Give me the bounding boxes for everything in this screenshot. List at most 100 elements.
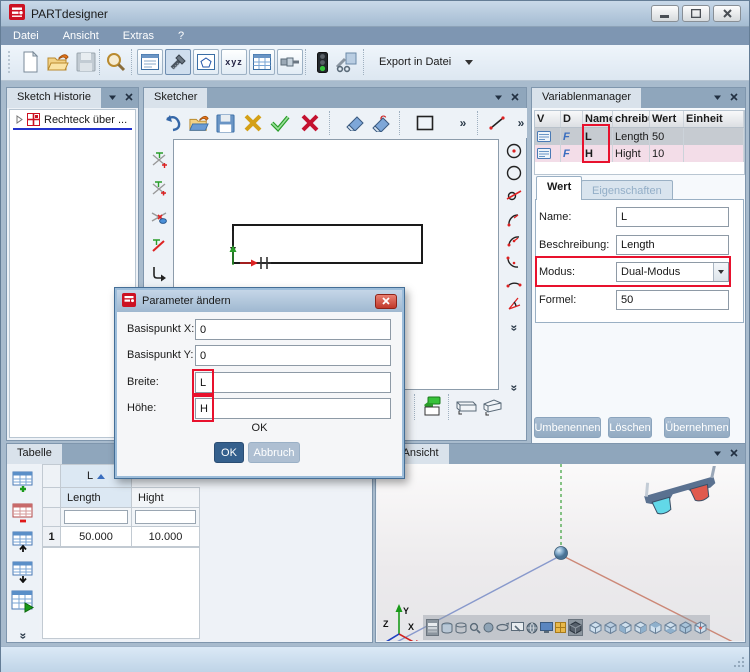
traffic-light-button[interactable] bbox=[309, 49, 335, 75]
menu-help[interactable]: ? bbox=[166, 27, 196, 45]
sketch-view-button[interactable] bbox=[193, 49, 219, 75]
menu-extras[interactable]: Extras bbox=[111, 27, 166, 45]
column-header-hight[interactable]: Hight bbox=[131, 487, 200, 508]
open-sketch-button[interactable] bbox=[187, 111, 211, 135]
delete-row-button[interactable] bbox=[11, 502, 35, 526]
discard-button[interactable] bbox=[241, 111, 265, 135]
panel-close-icon[interactable] bbox=[730, 92, 738, 104]
save-button[interactable] bbox=[73, 49, 99, 75]
expand-arrow-icon[interactable] bbox=[16, 115, 23, 124]
view-bottom-icon[interactable] bbox=[664, 619, 677, 636]
view-iso-icon[interactable] bbox=[679, 619, 692, 636]
menu-ansicht[interactable]: Ansicht bbox=[51, 27, 111, 45]
panel-close-icon[interactable] bbox=[511, 92, 519, 104]
rectangle-tool-button[interactable] bbox=[413, 111, 437, 135]
accept-button[interactable] bbox=[268, 111, 292, 135]
circle-center-tool-button[interactable] bbox=[502, 139, 526, 163]
part-view-button[interactable] bbox=[165, 49, 191, 75]
basispunkt-y-field[interactable] bbox=[195, 345, 391, 366]
basispunkt-x-field[interactable] bbox=[195, 319, 391, 340]
apply-table-button[interactable] bbox=[11, 590, 35, 614]
arc-angle-tool-button[interactable] bbox=[502, 292, 526, 316]
name-field[interactable] bbox=[616, 207, 729, 227]
view-perspective-icon[interactable] bbox=[694, 619, 707, 636]
panel-menu-icon[interactable] bbox=[713, 92, 722, 104]
maximize-button[interactable] bbox=[682, 5, 710, 22]
view-front-icon[interactable] bbox=[589, 619, 602, 636]
trim-tool-button[interactable] bbox=[147, 148, 171, 172]
line-tool-button[interactable] bbox=[485, 111, 509, 135]
menu-datei[interactable]: Datei bbox=[1, 27, 51, 45]
zoom-3d-icon[interactable] bbox=[469, 619, 481, 636]
panel-menu-icon[interactable] bbox=[108, 92, 117, 104]
texture-icon[interactable] bbox=[555, 619, 566, 636]
resize-grip[interactable] bbox=[733, 656, 745, 668]
move-row-up-button[interactable] bbox=[11, 530, 35, 554]
dropdown-arrow-icon[interactable] bbox=[713, 263, 728, 281]
ok-button[interactable]: OK bbox=[214, 442, 244, 463]
more-tools-icon[interactable]: » bbox=[502, 376, 526, 400]
rename-button[interactable]: Umbenennen bbox=[534, 417, 601, 438]
view-left-icon[interactable] bbox=[619, 619, 632, 636]
panel-menu-icon[interactable] bbox=[713, 448, 722, 460]
split-tool-button[interactable] bbox=[147, 205, 171, 229]
assembly-button[interactable] bbox=[333, 49, 359, 75]
extrude-button[interactable] bbox=[420, 394, 444, 418]
tangent-line-tool-button[interactable] bbox=[147, 233, 171, 257]
panel-close-icon[interactable] bbox=[730, 448, 738, 460]
erase-constraint-button[interactable]: C bbox=[369, 111, 393, 135]
extrusion-preview-button[interactable] bbox=[454, 394, 478, 418]
more-table-tools-icon[interactable]: » bbox=[11, 624, 35, 648]
cancel-button[interactable]: Abbruch bbox=[248, 442, 300, 463]
delete-button[interactable] bbox=[298, 111, 322, 135]
sphere-icon[interactable] bbox=[483, 619, 494, 636]
rotation-preview-button[interactable] bbox=[480, 394, 504, 418]
column-header-length[interactable]: Length bbox=[60, 487, 132, 508]
modus-dropdown[interactable]: Dual-Modus bbox=[616, 262, 729, 282]
panel-menu-icon[interactable] bbox=[494, 92, 503, 104]
move-row-down-button[interactable] bbox=[11, 560, 35, 584]
zoom-button[interactable] bbox=[103, 49, 129, 75]
overflow-icon[interactable]: » bbox=[509, 111, 533, 135]
viewport-3d[interactable]: Y X Z bbox=[377, 464, 744, 641]
minimize-button[interactable] bbox=[651, 5, 679, 22]
breite-field[interactable] bbox=[195, 372, 391, 393]
cube-view-icon[interactable] bbox=[568, 619, 583, 636]
variable-row-L[interactable]: F L Length 50 bbox=[535, 128, 744, 145]
tab-wert[interactable]: Wert bbox=[536, 176, 583, 200]
formel-field[interactable] bbox=[616, 290, 729, 310]
new-file-button[interactable] bbox=[17, 49, 43, 75]
close-button[interactable] bbox=[713, 5, 741, 22]
overflow-icon[interactable]: » bbox=[451, 111, 475, 135]
dialog-close-button[interactable] bbox=[375, 293, 397, 309]
beschreibung-field[interactable] bbox=[616, 235, 729, 255]
monitor-icon[interactable] bbox=[540, 619, 553, 636]
hoehe-field[interactable] bbox=[195, 398, 391, 419]
erase-button[interactable] bbox=[343, 111, 367, 135]
delete-variable-button[interactable]: Löschen bbox=[608, 417, 652, 438]
row-number[interactable]: 1 bbox=[42, 526, 61, 547]
table-view-button[interactable] bbox=[249, 49, 275, 75]
apply-button[interactable]: Übernehmen bbox=[664, 417, 730, 438]
tab-eigenschaften[interactable]: Eigenschaften bbox=[581, 180, 673, 200]
more-tools-icon[interactable]: » bbox=[502, 316, 526, 340]
wireframe-view-icon[interactable] bbox=[455, 619, 467, 636]
cell-hight-value[interactable]: 10.000 bbox=[131, 526, 200, 547]
filter-input-length[interactable] bbox=[64, 510, 128, 524]
render-mode-icon[interactable] bbox=[426, 619, 439, 636]
orbit-icon[interactable] bbox=[496, 619, 509, 636]
export-dropdown[interactable]: Export in Datei bbox=[373, 51, 479, 73]
undo-button[interactable] bbox=[161, 111, 185, 135]
variables-view-button[interactable]: xyz bbox=[221, 49, 247, 75]
filter-input-hight[interactable] bbox=[135, 510, 196, 524]
extend-tool-button[interactable] bbox=[147, 177, 171, 201]
open-file-button[interactable] bbox=[45, 49, 71, 75]
circle-tangent-tool-button[interactable] bbox=[502, 182, 526, 206]
view-back-icon[interactable] bbox=[604, 619, 617, 636]
variable-row-H[interactable]: F H Hight 10 bbox=[535, 145, 744, 162]
shaded-view-icon[interactable] bbox=[441, 619, 453, 636]
panel-close-icon[interactable] bbox=[125, 92, 133, 104]
screen-select-icon[interactable] bbox=[511, 619, 524, 636]
view-top-icon[interactable] bbox=[649, 619, 662, 636]
corner-tool-button[interactable] bbox=[147, 261, 171, 285]
